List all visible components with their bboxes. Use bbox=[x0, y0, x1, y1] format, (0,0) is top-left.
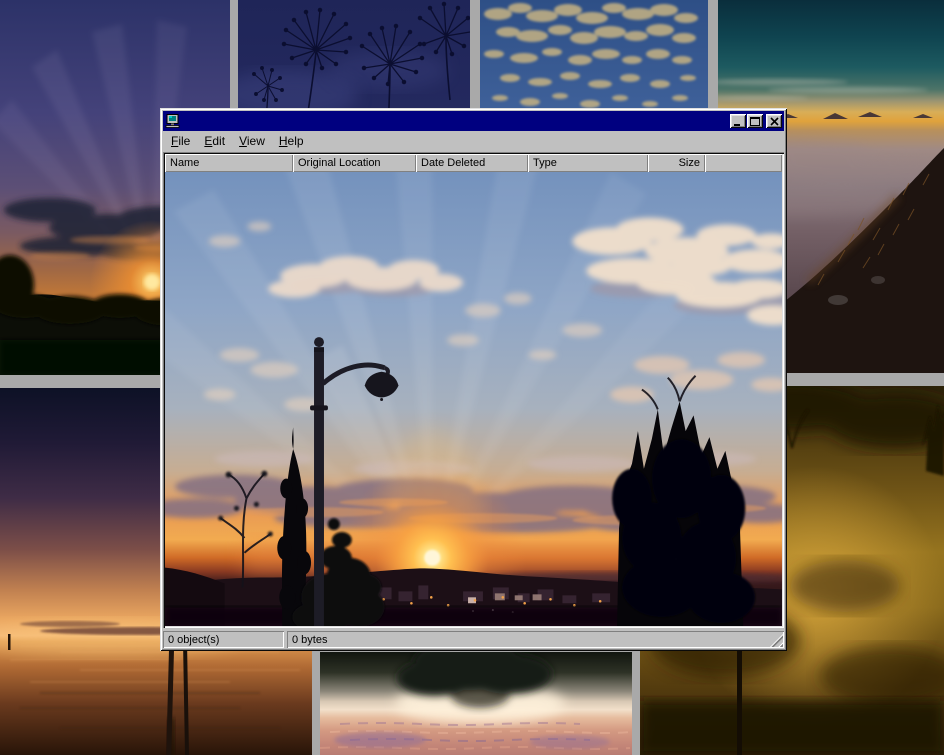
file-list-view: Name Original Location Date Deleted Type… bbox=[163, 152, 784, 628]
wallpaper-photo-water-reflection bbox=[320, 652, 632, 755]
column-header-date-deleted[interactable]: Date Deleted bbox=[416, 154, 528, 172]
close-icon bbox=[770, 117, 779, 126]
column-header-size[interactable]: Size bbox=[648, 154, 705, 172]
minimize-button[interactable] bbox=[730, 114, 746, 128]
computer-icon bbox=[165, 114, 181, 128]
minimize-icon bbox=[733, 117, 743, 126]
desktop: { "desktop": { "wallpaper_photos": [ {"n… bbox=[0, 0, 944, 755]
list-viewport-street-lamp-sunset-photo[interactable] bbox=[165, 172, 782, 626]
maximize-button[interactable] bbox=[747, 114, 763, 128]
window-controls bbox=[730, 114, 782, 128]
column-header-type[interactable]: Type bbox=[528, 154, 648, 172]
column-header-blank bbox=[705, 154, 782, 172]
menu-view[interactable]: View bbox=[232, 132, 272, 151]
column-header-original-location[interactable]: Original Location bbox=[293, 154, 416, 172]
close-button[interactable] bbox=[766, 114, 782, 128]
window-titlebar[interactable] bbox=[163, 111, 784, 131]
column-header-row: Name Original Location Date Deleted Type… bbox=[165, 154, 782, 172]
menu-edit[interactable]: Edit bbox=[197, 132, 232, 151]
maximize-icon bbox=[750, 117, 760, 126]
menu-help[interactable]: Help bbox=[272, 132, 311, 151]
status-object-count: 0 object(s) bbox=[163, 631, 284, 648]
recycle-bin-window: File Edit View Help Name Original Locati… bbox=[160, 108, 787, 651]
menu-bar: File Edit View Help bbox=[163, 131, 784, 152]
column-header-name[interactable]: Name bbox=[165, 154, 293, 172]
status-bar: 0 object(s) 0 bytes bbox=[163, 631, 784, 648]
status-total-size: 0 bytes bbox=[287, 631, 784, 648]
menu-file[interactable]: File bbox=[164, 132, 197, 151]
